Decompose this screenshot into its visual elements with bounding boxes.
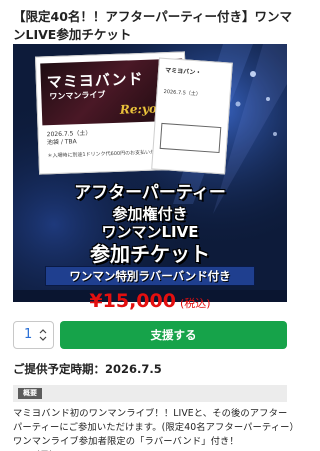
banner-line-1: アフターパーティー (74, 183, 226, 203)
support-button[interactable]: 支援する (60, 321, 287, 349)
price: ¥15,000 (89, 290, 176, 312)
quantity-value: 1 (24, 327, 33, 342)
product-title: 【限定40名！！アフターパーティー付き】ワンマンLIVE参加チケット (13, 9, 293, 42)
banner-text: アフターパーティー 参加権付き ワンマンLIVE 参加チケット (33, 183, 267, 267)
ticket-stub: マミヨバン・ 2026.7.5（土） (151, 57, 233, 175)
banner-line-3: ワンマンLIVE (101, 222, 199, 241)
delivery-label: ご提供予定時期： (13, 362, 105, 376)
ticket-subtitle: ワンマンライブ (49, 90, 106, 102)
delivery-date: ご提供予定時期：2026.7.5 (13, 361, 162, 377)
price-row: ¥15,000 (税込) (0, 290, 300, 312)
ticket-illustration: マミヨバンド ワンマンライブ Re:you 2026.7.5（土） 池袋 / T… (34, 51, 233, 182)
quantity-select[interactable]: 1 (13, 321, 54, 349)
banner-line-2: 参加権付き (112, 204, 188, 223)
ticket-date: 2026.7.5（土） 池袋 / TBA (47, 130, 92, 148)
banner-line-4: 参加チケット (90, 242, 210, 267)
product-image: マミヨバンド ワンマンライブ Re:you 2026.7.5（土） 池袋 / T… (13, 44, 287, 302)
ticket-date-text: 2026.7.5（土） (46, 129, 92, 139)
delivery-date-value: 2026.7.5 (105, 362, 162, 376)
chevron-updown-icon (39, 329, 47, 341)
tax-label: (税込) (179, 297, 211, 310)
banner-strip: ワンマン特別ラバーバンド付き (45, 266, 255, 286)
overview-header: 概要 (13, 385, 287, 402)
overview-description: マミヨバンド初のワンマンライブ！！LIVEと、その後のアフターパーティーにご参加… (13, 408, 295, 451)
ticket-venue: 池袋 / TBA (46, 138, 77, 147)
stub-title: マミヨバン・ (164, 67, 202, 77)
overview-label: 概要 (18, 388, 42, 399)
stub-box (159, 122, 222, 154)
stub-date: 2026.7.5（土） (163, 88, 202, 98)
